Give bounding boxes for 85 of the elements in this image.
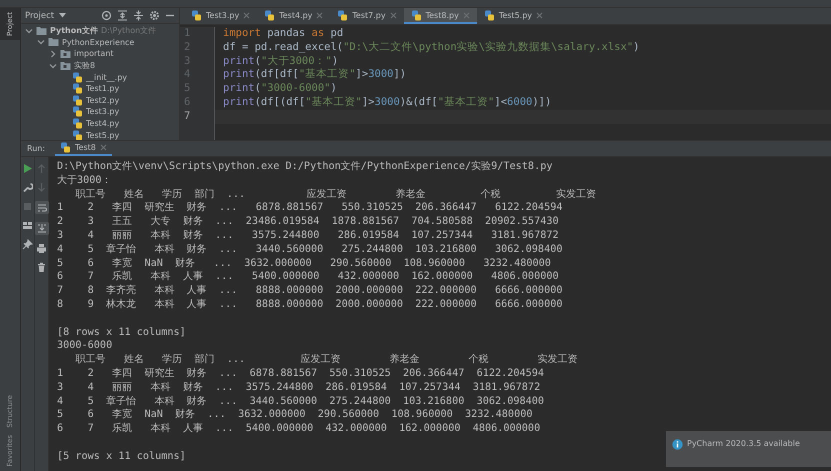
console-line: 3000-6000 — [57, 339, 112, 354]
console-line: 4 5 章子怡 本科 财务 ... 3440.560000 275.244800 103.216800 3062.098400 — [57, 394, 544, 408]
wrench-icon[interactable] — [22, 182, 33, 193]
code-line: import pandas as pd — [223, 27, 344, 41]
console-line: 3 4 丽丽 本科 财务 ... 3575.244800 286.019584 107.257344 3181.967872 — [57, 380, 540, 395]
python-file-icon — [72, 72, 83, 83]
chevron-down-icon[interactable] — [25, 26, 33, 35]
tree-item[interactable]: __init__.py — [86, 72, 128, 82]
info-icon — [672, 439, 683, 450]
tree-item[interactable]: Test3.py — [86, 107, 120, 116]
expand-all-icon[interactable] — [117, 10, 128, 21]
path-hint: D:\Python文件 — [100, 25, 156, 36]
tree-item[interactable]: PythonExperience — [62, 38, 134, 47]
tree-item[interactable]: Test2.py — [86, 96, 120, 105]
editor-tab[interactable]: Test7.py — [330, 8, 404, 24]
python-file-icon — [72, 130, 83, 140]
close-icon[interactable] — [390, 12, 397, 18]
folder-icon — [48, 37, 59, 48]
close-icon[interactable] — [243, 12, 250, 18]
python-file-icon — [410, 10, 422, 20]
soft-wrap-icon[interactable] — [34, 201, 48, 214]
tree-item[interactable]: Test4.py — [86, 119, 120, 128]
scroll-to-end-icon[interactable] — [34, 222, 48, 235]
console-line: 5 6 李宽 NaN 财务 ... 3632.000000 290.560000 108.960000 3232.480000 — [57, 256, 551, 270]
python-file-icon — [191, 10, 202, 20]
code-line: print(df[df["基本工资"]>3000]) — [223, 68, 408, 82]
editor-tab[interactable]: Test3.py — [184, 8, 258, 24]
editor-tab[interactable]: Test8.py — [404, 8, 477, 24]
console-line: 2 3 王五 大专 财务 ... 23486.019584 1878.881567 704.580588 20902.557430 — [57, 215, 559, 229]
editor-tab[interactable]: Test4.py — [257, 8, 330, 24]
python-file-icon — [72, 94, 83, 106]
pin-icon[interactable] — [22, 239, 33, 250]
python-file-icon — [264, 10, 276, 20]
tree-item[interactable]: Test5.py — [86, 130, 120, 140]
panel-title[interactable]: Project — [25, 10, 54, 20]
console-line: 7 8 李齐亮 本科 人事 ... 8888.000000 2000.000000 222.000000 6666.000000 — [57, 284, 562, 298]
python-file-icon — [72, 118, 83, 130]
console-line: 职工号 姓名 学历 部门 ... 应发工资 养老金 个税 实发工资 — [74, 188, 596, 202]
console-line: 6 7 乐凯 本科 人事 ... 5400.000000 432.000000 162.000000 4806.000000 — [57, 422, 540, 436]
console-line: 3 4 丽丽 本科 财务 ... 3575.244800 286.019584 107.257344 3181.967872 — [57, 228, 559, 243]
code-line: print("3000-6000") — [223, 82, 338, 96]
line-number: 7 — [184, 110, 192, 124]
run-label: Run: — [27, 144, 46, 153]
play-icon[interactable] — [22, 163, 33, 174]
editor-tab[interactable]: Test5.py — [476, 8, 550, 24]
chevron-down-icon[interactable] — [49, 62, 57, 70]
print-icon[interactable] — [36, 243, 47, 254]
console-line: 6 7 乐凯 本科 人事 ... 5400.000000 432.000000 162.000000 4806.000000 — [57, 270, 559, 284]
python-file-icon — [484, 10, 495, 20]
console-line: 职工号 姓名 学历 部门 ... 应发工资 养老金 个税 实发工资 — [74, 353, 578, 367]
console-line: 大于3000： — [57, 174, 112, 188]
close-icon[interactable] — [536, 12, 544, 18]
python-file-icon — [72, 106, 83, 118]
code-line: print(df[(df["基本工资"]>3000)&(df["基本工资"]<6000)]) — [223, 96, 552, 110]
code-line: df = pd.read_excel("D:\大二文件\python实验\实验九数据集\salary.xlsx") — [223, 40, 640, 55]
package-folder-icon — [60, 48, 71, 59]
tree-item[interactable]: Python文件 — [50, 25, 98, 36]
console-line: 1 2 李四 研究生 财务 ... 6878.881567 550.310525 206.366447 6122.204594 — [57, 201, 562, 216]
console-line: 1 2 李四 研究生 财务 ... 6878.881567 550.310525 206.366447 6122.204594 — [57, 366, 544, 381]
folder-icon — [36, 26, 47, 36]
collapse-all-icon[interactable] — [133, 10, 144, 21]
chevron-down-icon[interactable] — [37, 38, 45, 46]
console-line: [8 rows x 11 columns] — [57, 326, 186, 340]
console-line: D:\Python文件\venv\Scripts\python.exe D:/Python文件/PythonExperience/实验9/Test8.py — [57, 160, 552, 174]
python-file-icon — [60, 142, 72, 153]
tree-item[interactable]: 实验8 — [74, 60, 96, 72]
python-file-icon — [72, 83, 83, 94]
code-line: print("大于3000：") — [223, 54, 340, 68]
python-file-icon — [337, 10, 348, 20]
tree-item[interactable]: important — [74, 49, 114, 58]
trash-icon[interactable] — [36, 262, 47, 273]
tree-item[interactable]: Test1.py — [86, 84, 120, 94]
chevron-right-icon[interactable] — [49, 50, 57, 58]
close-icon[interactable] — [316, 12, 324, 18]
console-line: 4 5 章子怡 本科 财务 ... 3440.560000 275.244800 103.216800 3062.098400 — [57, 242, 562, 257]
notification-title[interactable]: PyCharm 2020.3.5 available — [687, 439, 800, 448]
close-icon[interactable] — [100, 144, 107, 151]
package-folder-icon — [60, 60, 71, 71]
target-icon[interactable] — [101, 10, 112, 21]
console-line: 8 9 林木龙 本科 人事 ... 8888.000000 2000.000000 222.000000 6666.000000 — [57, 298, 562, 312]
layout-icon[interactable] — [22, 220, 33, 231]
console-line: 5 6 李宽 NaN 财务 ... 3632.000000 290.560000 108.960000 3232.480000 — [57, 408, 532, 422]
console-line: [5 rows x 11 columns] — [57, 450, 186, 464]
settings-icon[interactable] — [149, 10, 160, 21]
dropdown-caret-icon[interactable] — [59, 13, 66, 18]
